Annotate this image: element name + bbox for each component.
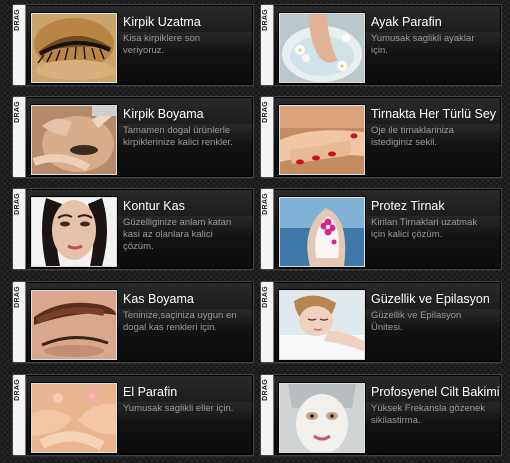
service-title[interactable]: Protez Tirnak: [371, 199, 499, 213]
service-card[interactable]: DRAG Kontur Kas Güzelliginize anlam kata…: [12, 188, 254, 270]
service-title[interactable]: Güzellik ve Epilasyon: [371, 292, 499, 306]
service-title[interactable]: Kirpik Uzatma: [123, 15, 251, 29]
relaxing-woman-photo[interactable]: [279, 290, 365, 360]
service-title[interactable]: Profosyenel Cilt Bakimi: [371, 385, 499, 399]
foot-spa-photo[interactable]: [279, 13, 365, 83]
drag-label: DRAG: [262, 9, 269, 31]
drag-label: DRAG: [14, 9, 21, 31]
drag-label: DRAG: [262, 379, 269, 401]
drag-handle[interactable]: DRAG: [261, 375, 274, 455]
eyelash-tint-photo[interactable]: [31, 105, 117, 175]
nail-art-photo[interactable]: [279, 197, 365, 267]
drag-label: DRAG: [14, 101, 21, 123]
drag-label: DRAG: [262, 101, 269, 123]
drag-handle[interactable]: DRAG: [261, 282, 274, 362]
drag-label: DRAG: [262, 193, 269, 215]
service-description: Yumusak saglikli eller için.: [123, 403, 234, 414]
face-mask-photo[interactable]: [279, 383, 365, 453]
service-card[interactable]: DRAG Profosyenel Cilt Bakimi Yüksek Frek…: [260, 374, 502, 456]
drag-handle[interactable]: DRAG: [261, 97, 274, 177]
service-title[interactable]: Kirpik Boyama: [123, 107, 251, 121]
drag-handle[interactable]: DRAG: [13, 5, 26, 85]
service-description: Teninize,saçiniza uygun en dogal kas ren…: [123, 310, 237, 333]
drag-label: DRAG: [14, 286, 21, 308]
drag-handle[interactable]: DRAG: [13, 375, 26, 455]
service-card[interactable]: DRAG Ayak Parafin Yumusak saglikli ayakl…: [260, 4, 502, 86]
brow-tint-photo[interactable]: [31, 290, 117, 360]
drag-label: DRAG: [14, 379, 21, 401]
service-card[interactable]: DRAG El Parafin Yumusak saglikli eller i…: [12, 374, 254, 456]
drag-handle[interactable]: DRAG: [13, 282, 26, 362]
drag-label: DRAG: [14, 193, 21, 215]
service-card[interactable]: DRAG Kirpik Uzatma Kisa kirpiklere son v…: [12, 4, 254, 86]
eyelash-extension-photo[interactable]: [31, 13, 117, 83]
brow-contour-portrait-photo[interactable]: [31, 197, 117, 267]
service-card[interactable]: DRAG Kas Boyama Teninize,saçiniza uygun …: [12, 281, 254, 363]
hand-spa-photo[interactable]: [31, 383, 117, 453]
drag-handle[interactable]: DRAG: [261, 5, 274, 85]
drag-handle[interactable]: DRAG: [13, 189, 26, 269]
manicure-photo[interactable]: [279, 105, 365, 175]
service-card[interactable]: DRAG Kirpik Boyama Tamamen dogal ürünler…: [12, 96, 254, 178]
service-card[interactable]: DRAG Protez Tirnak Kirilan Tirnaklari uz…: [260, 188, 502, 270]
service-description: Tamamen dogal ürünlerle kirpiklerinize k…: [123, 125, 233, 148]
service-description: Yüksek Frekansla gözenek sikilastirma.: [371, 403, 486, 426]
service-description: Güzelliginize anlam katan kasi az olanla…: [123, 217, 232, 252]
service-title[interactable]: El Parafin: [123, 385, 251, 399]
service-card[interactable]: DRAG Tirnakta Her Türlü Sey Oje ile tirn…: [260, 96, 502, 178]
service-description: Yumusak saglikli ayaklar için.: [371, 33, 475, 56]
service-title[interactable]: Tirnakta Her Türlü Sey: [371, 107, 499, 121]
service-description: Oje ile tirnaklariniza istediginiz sekil…: [371, 125, 454, 148]
service-title[interactable]: Kas Boyama: [123, 292, 251, 306]
service-title[interactable]: Kontur Kas: [123, 199, 251, 213]
service-title[interactable]: Ayak Parafin: [371, 15, 499, 29]
service-description: Kirilan Tirnaklari uzatmak için kalici ç…: [371, 217, 478, 240]
service-description: Güzellik ve Epilasyon Ünitesi.: [371, 310, 462, 333]
drag-handle[interactable]: DRAG: [13, 97, 26, 177]
drag-label: DRAG: [262, 286, 269, 308]
service-description: Kisa kirpiklere son veriyoruz.: [123, 33, 201, 56]
drag-handle[interactable]: DRAG: [261, 189, 274, 269]
service-card[interactable]: DRAG Güzellik ve Epilasyon Güzellik ve E…: [260, 281, 502, 363]
service-grid: DRAG Kirpik Uzatma Kisa kirpiklere son v…: [0, 0, 510, 463]
